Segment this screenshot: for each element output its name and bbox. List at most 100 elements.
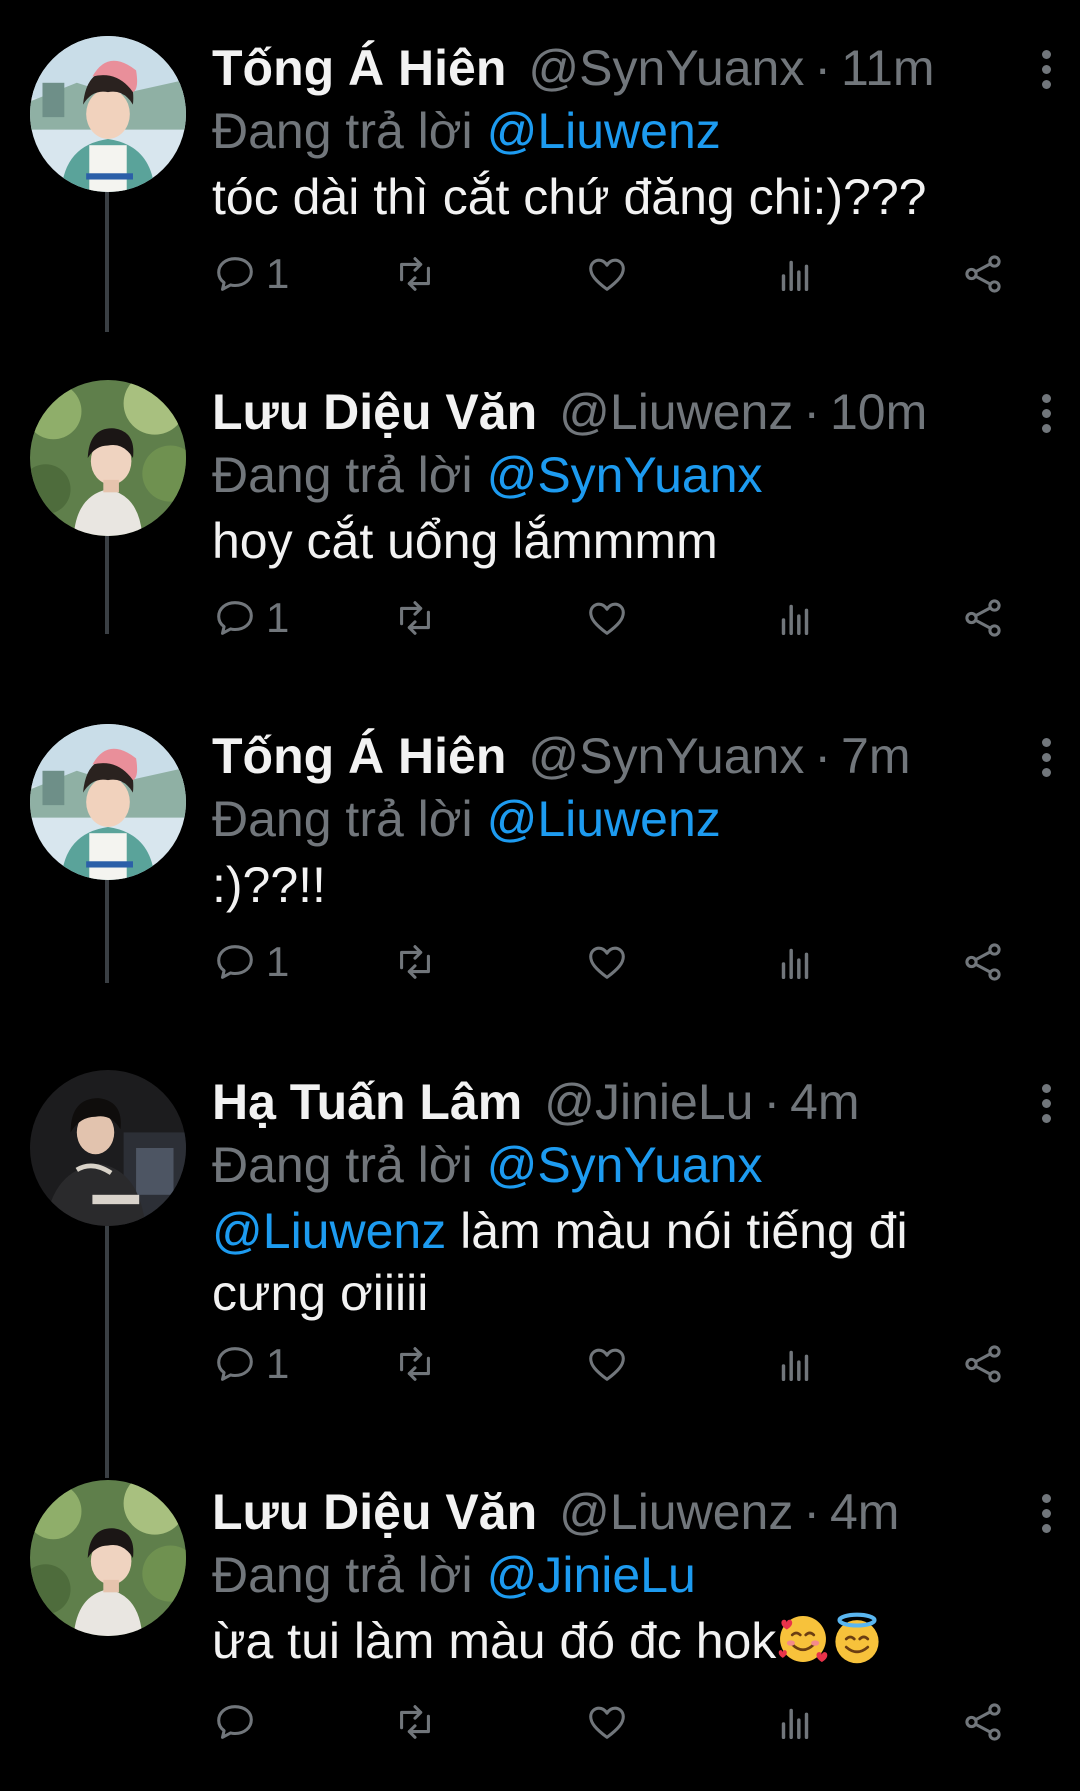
timestamp[interactable]: 11m xyxy=(841,40,935,96)
replying-to-label: Đang trả lời xyxy=(212,1547,473,1603)
more-options-button[interactable] xyxy=(1040,1084,1052,1128)
tweet-header: Hạ Tuấn Lâm @JinieLu · 4m xyxy=(212,1070,1060,1134)
more-options-button[interactable] xyxy=(1040,50,1052,94)
replying-to-mention[interactable]: @JinieLu xyxy=(487,1547,696,1603)
views-button[interactable] xyxy=(772,1696,818,1748)
retweet-button[interactable] xyxy=(392,248,438,300)
retweet-button[interactable] xyxy=(392,1338,438,1390)
retweet-button[interactable] xyxy=(392,936,438,988)
tweet[interactable]: Lưu Diệu Văn @Liuwenz · 10m Đang trả lời @S… xyxy=(0,380,1080,680)
views-button[interactable] xyxy=(772,248,818,300)
like-button[interactable] xyxy=(584,592,630,644)
replying-to-mention[interactable]: @SynYuanx xyxy=(487,447,763,503)
share-icon xyxy=(965,1703,1001,1741)
timestamp[interactable]: 4m xyxy=(830,1484,899,1540)
views-button[interactable] xyxy=(772,1338,818,1390)
share-icon xyxy=(965,943,1001,981)
text-mention[interactable]: @Liuwenz xyxy=(212,1203,446,1259)
reply-button[interactable]: 1 xyxy=(212,1338,289,1390)
avatar-pink-beanie-icon xyxy=(30,724,186,880)
text-segment: ừa tui làm màu đó đc hok xyxy=(212,1613,777,1669)
more-icon xyxy=(1041,50,1051,59)
user-handle[interactable]: @SynYuanx xyxy=(528,728,804,784)
more-icon xyxy=(1041,1494,1051,1503)
retweet-button[interactable] xyxy=(392,1696,438,1748)
tweet[interactable]: Tống Á Hiên @SynYuanx · 11m Đang trả lời @L… xyxy=(0,36,1080,336)
tweet-header: Tống Á Hiên @SynYuanx · 7m xyxy=(212,724,1060,788)
separator-dot: · xyxy=(803,384,820,440)
reply-button[interactable]: 1 xyxy=(212,592,289,644)
reply-count: 1 xyxy=(266,1340,290,1387)
display-name[interactable]: Lưu Diệu Văn xyxy=(212,1484,537,1540)
share-button[interactable] xyxy=(960,1696,1006,1748)
timestamp[interactable]: 4m xyxy=(790,1074,859,1130)
views-button[interactable] xyxy=(772,936,818,988)
share-icon xyxy=(965,1345,1001,1383)
share-button[interactable] xyxy=(960,936,1006,988)
replying-to-label: Đang trả lời xyxy=(212,1137,473,1193)
tweet-text: :)??!! xyxy=(212,857,326,913)
share-icon xyxy=(965,255,1001,293)
views-button[interactable] xyxy=(772,592,818,644)
avatar[interactable] xyxy=(30,1480,186,1636)
like-button[interactable] xyxy=(584,248,630,300)
more-options-button[interactable] xyxy=(1040,738,1052,782)
views-icon xyxy=(781,1350,809,1382)
user-handle[interactable]: @Liuwenz xyxy=(559,1484,793,1540)
tweet-text: @Liuwenz làm màu nói tiếng đi cưng ơiiii… xyxy=(212,1200,1060,1324)
views-icon xyxy=(781,1708,809,1740)
tweet-actions: 1 xyxy=(212,936,1012,988)
retweet-button[interactable] xyxy=(392,592,438,644)
timestamp[interactable]: 10m xyxy=(830,384,927,440)
reply-button[interactable]: 1 xyxy=(212,248,289,300)
more-icon xyxy=(1041,738,1051,747)
tweet-text-line: @Liuwenz làm màu nói tiếng đi xyxy=(212,1200,1060,1262)
like-icon xyxy=(589,258,625,291)
tweet[interactable]: Lưu Diệu Văn @Liuwenz · 4m Đang trả lời @Ji… xyxy=(0,1480,1080,1791)
like-button[interactable] xyxy=(584,1696,630,1748)
replying-to: Đang trả lời @SynYuanx xyxy=(212,1134,1060,1196)
like-button[interactable] xyxy=(584,1338,630,1390)
replying-to-mention[interactable]: @Liuwenz xyxy=(487,103,721,159)
user-handle[interactable]: @SynYuanx xyxy=(528,40,804,96)
more-options-button[interactable] xyxy=(1040,394,1052,438)
replying-to: Đang trả lời @JinieLu xyxy=(212,1544,1060,1606)
avatar-forest-icon xyxy=(30,1480,186,1636)
more-options-button[interactable] xyxy=(1040,1494,1052,1538)
avatar[interactable] xyxy=(30,380,186,536)
share-button[interactable] xyxy=(960,1338,1006,1390)
replying-to-label: Đang trả lời xyxy=(212,791,473,847)
like-button[interactable] xyxy=(584,936,630,988)
replying-to-mention[interactable]: @SynYuanx xyxy=(487,1137,763,1193)
tweet[interactable]: Hạ Tuấn Lâm @JinieLu · 4m Đang trả lời @Syn… xyxy=(0,1070,1080,1430)
user-handle[interactable]: @JinieLu xyxy=(544,1074,753,1130)
replying-to: Đang trả lời @SynYuanx xyxy=(212,444,1060,506)
retweet-icon xyxy=(400,945,430,979)
views-icon xyxy=(781,260,809,292)
display-name[interactable]: Tống Á Hiên xyxy=(212,40,506,96)
display-name[interactable]: Hạ Tuấn Lâm xyxy=(212,1074,522,1130)
timestamp[interactable]: 7m xyxy=(841,728,910,784)
tweet-actions: 1 xyxy=(212,592,1012,644)
share-button[interactable] xyxy=(960,248,1006,300)
reply-button[interactable]: 1 xyxy=(212,936,289,988)
avatar[interactable] xyxy=(30,724,186,880)
avatar[interactable] xyxy=(30,36,186,192)
replying-to: Đang trả lời @Liuwenz xyxy=(212,100,1060,162)
user-handle[interactable]: @Liuwenz xyxy=(559,384,793,440)
separator-dot: · xyxy=(803,1484,820,1540)
display-name[interactable]: Tống Á Hiên xyxy=(212,728,506,784)
reply-button[interactable] xyxy=(212,1696,266,1748)
replying-to-mention[interactable]: @Liuwenz xyxy=(487,791,721,847)
separator-dot: · xyxy=(763,1074,781,1130)
share-button[interactable] xyxy=(960,592,1006,644)
tweet[interactable]: Tống Á Hiên @SynYuanx · 7m Đang trả lời @Li… xyxy=(0,724,1080,1024)
reply-icon xyxy=(217,1347,253,1381)
separator-dot: · xyxy=(814,40,832,96)
avatar[interactable] xyxy=(30,1070,186,1226)
tweet-header: Lưu Diệu Văn @Liuwenz · 10m xyxy=(212,380,1060,444)
text-segment: làm màu nói tiếng đi xyxy=(446,1203,908,1259)
display-name[interactable]: Lưu Diệu Văn xyxy=(212,384,537,440)
tweet-actions: 1 xyxy=(212,1338,1012,1390)
like-icon xyxy=(589,1348,625,1381)
